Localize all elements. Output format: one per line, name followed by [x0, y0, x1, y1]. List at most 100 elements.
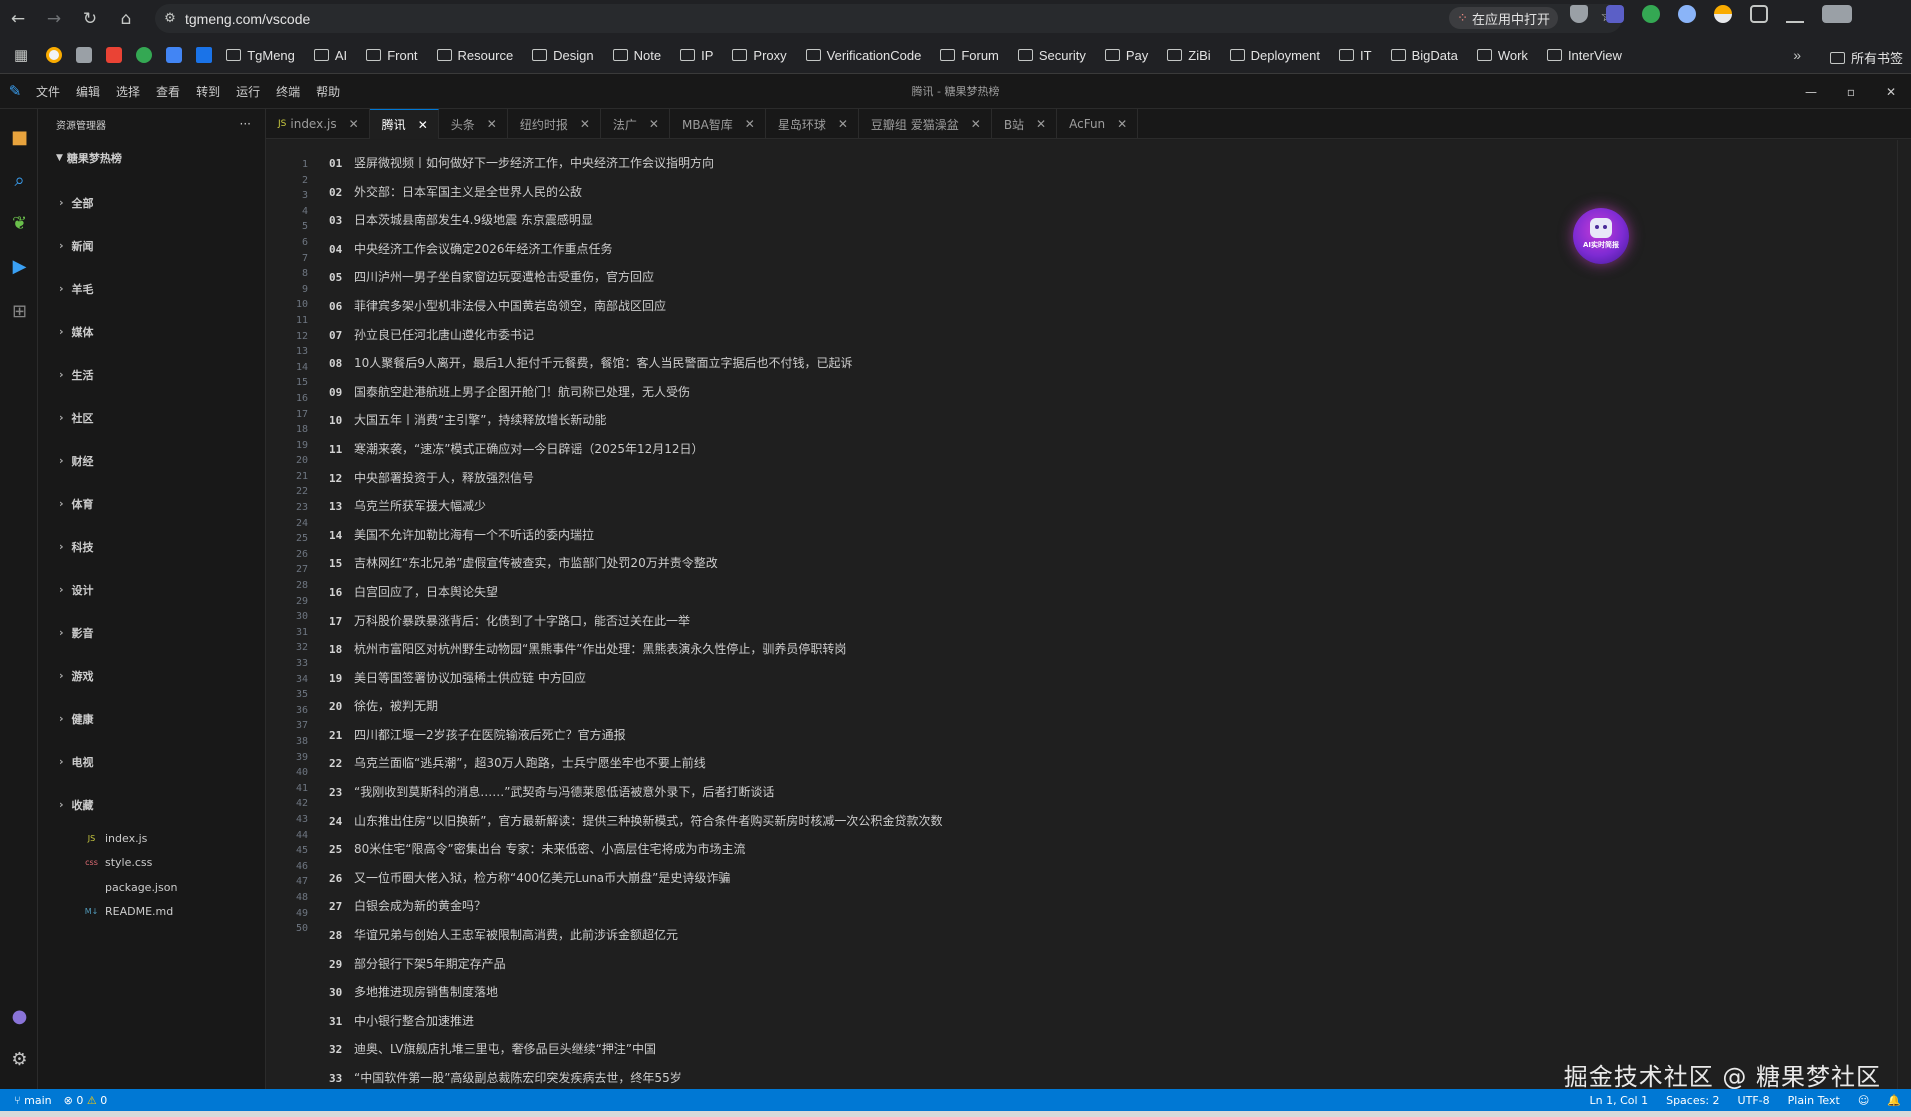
close-icon[interactable]: ✕: [971, 117, 981, 131]
news-item[interactable]: 08 10人聚餐后9人离开，最后1人拒付千元餐费，餐馆：客人当民警面立字据后也不付…: [329, 349, 1829, 378]
bookmark-folder[interactable]: Pay: [1104, 48, 1148, 63]
news-item[interactable]: 24 山东推出住房“以旧换新”，官方最新解读：提供三种换新模式，符合条件者购买新房…: [329, 807, 1829, 836]
account-icon[interactable]: ●: [9, 1006, 30, 1027]
menu-item[interactable]: 文件: [28, 83, 68, 100]
news-item[interactable]: 26 又一位币圈大佬入狱，检方称“400亿美元Luna币大崩盘”是史诗级诈骗: [329, 864, 1829, 893]
ai-briefing-button[interactable]: AI实时简报: [1573, 208, 1629, 264]
bookmark-icon-2[interactable]: [76, 47, 93, 63]
encoding-status[interactable]: UTF-8: [1738, 1094, 1770, 1107]
news-item[interactable]: 17 万科股价暴跌暴涨背后：化债到了十字路口，能否过关在此一举: [329, 607, 1829, 636]
news-item[interactable]: 12 中央部署投资于人，释放强烈信号: [329, 464, 1829, 493]
sidebar-folder[interactable]: › 全部: [38, 181, 265, 224]
menu-item[interactable]: 转到: [188, 83, 228, 100]
news-item[interactable]: 11 寒潮来袭，“速冻”模式正确应对—今日辟谣（2025年12月12日）: [329, 435, 1829, 464]
bookmark-folder[interactable]: AI: [313, 48, 347, 63]
editor-tab[interactable]: 豆瓣组 爱猫澡盆 ✕: [859, 109, 992, 139]
settings-gear-icon[interactable]: ⚙: [9, 1049, 30, 1070]
address-bar[interactable]: ⚙ tgmeng.com/vscode ⁘ 在应用中打开 ⌕ ☆: [155, 4, 1622, 33]
leaf-extension-icon[interactable]: [1642, 5, 1660, 23]
maximize-icon[interactable]: ▫: [1831, 74, 1871, 109]
plant-icon[interactable]: ❦: [9, 213, 30, 234]
bookmark-folder[interactable]: Security: [1017, 48, 1086, 63]
close-icon[interactable]: ✕: [487, 117, 497, 131]
sidebar-folder[interactable]: › 财经: [38, 439, 265, 482]
editor-tab[interactable]: 星岛环球 ✕: [766, 109, 859, 139]
sidebar-folder[interactable]: › 科技: [38, 525, 265, 568]
bookmark-folder[interactable]: TgMeng: [226, 48, 295, 63]
news-item[interactable]: 29 部分银行下架5年期定存产品: [329, 950, 1829, 979]
bookmark-folder[interactable]: Deployment: [1229, 48, 1320, 63]
news-item[interactable]: 25 80米住宅“限高令”密集出台 专家：未来低密、小高层住宅将成为市场主流: [329, 835, 1829, 864]
news-item[interactable]: 02 外交部：日本军国主义是全世界人民的公敌: [329, 178, 1829, 207]
news-item[interactable]: 30 多地推进现房销售制度落地: [329, 978, 1829, 1007]
cursor-position[interactable]: Ln 1, Col 1: [1590, 1094, 1649, 1107]
news-item[interactable]: 15 吉林网红“东北兄弟”虚假宣传被查实，市监部门处罚20万并责令整改: [329, 549, 1829, 578]
news-item[interactable]: 06 菲律宾多架小型机非法侵入中国黄岩岛领空，南部战区回应: [329, 292, 1829, 321]
sidebar-folder[interactable]: › 媒体: [38, 310, 265, 353]
home-icon[interactable]: ⌂: [108, 0, 144, 37]
editor-tab[interactable]: MBA智库 ✕: [670, 109, 766, 139]
news-item[interactable]: 21 四川都江堰一2岁孩子在医院输液后死亡？官方通报: [329, 721, 1829, 750]
news-item[interactable]: 14 美国不允许加勒比海有一个不听话的委内瑞拉: [329, 521, 1829, 550]
bookmark-icon-4[interactable]: [136, 47, 153, 63]
sidebar-folder[interactable]: › 社区: [38, 396, 265, 439]
bookmark-folder[interactable]: Forum: [940, 48, 999, 63]
bookmark-folder[interactable]: VerificationCode: [805, 48, 921, 63]
sidebar-folder[interactable]: › 羊毛: [38, 267, 265, 310]
back-icon[interactable]: ←: [0, 0, 36, 37]
apps-grid-icon[interactable]: ▦: [14, 46, 28, 64]
news-item[interactable]: 31 中小银行整合加速推进: [329, 1007, 1829, 1036]
menu-item[interactable]: 查看: [148, 83, 188, 100]
editor-tab[interactable]: JS index.js ✕: [266, 109, 370, 139]
close-icon[interactable]: ✕: [349, 117, 359, 131]
bookmark-folder[interactable]: IP: [680, 48, 713, 63]
editor-tab[interactable]: B站 ✕: [992, 109, 1058, 139]
sidebar-file[interactable]: M↓ README.md: [38, 900, 265, 925]
forward-icon[interactable]: →: [36, 0, 72, 37]
sidebar-folder[interactable]: › 收藏: [38, 783, 265, 826]
more-bookmarks-icon[interactable]: »: [1793, 47, 1801, 63]
sidebar-folder[interactable]: › 影音: [38, 611, 265, 654]
bookmark-folder[interactable]: Work: [1476, 48, 1528, 63]
close-icon[interactable]: ✕: [1117, 117, 1127, 131]
bookmark-icon-1[interactable]: [46, 47, 63, 63]
flag-extension-icon[interactable]: [1714, 5, 1732, 23]
news-item[interactable]: 07 孙立良已任河北唐山遵化市委书记: [329, 321, 1829, 350]
vertical-scrollbar[interactable]: [1897, 140, 1911, 1089]
news-item[interactable]: 19 美日等国签署协议加强稀土供应链 中方回应: [329, 664, 1829, 693]
search-icon[interactable]: ⌕: [9, 170, 30, 191]
close-window-icon[interactable]: ✕: [1871, 74, 1911, 109]
bookmark-folder[interactable]: Resource: [436, 48, 513, 63]
profile-avatar[interactable]: [1822, 5, 1852, 23]
bookmark-folder[interactable]: Proxy: [732, 48, 787, 63]
sidebar-folder[interactable]: › 体育: [38, 482, 265, 525]
minimize-icon[interactable]: —: [1791, 74, 1831, 109]
bookmark-icon-6[interactable]: [196, 47, 213, 63]
branch-status[interactable]: ⑂ main: [14, 1094, 52, 1107]
extensions-icon[interactable]: ⊞: [9, 301, 30, 322]
news-item[interactable]: 22 乌克兰面临“逃兵潮”，超30万人跑路，士兵宁愿坐牢也不要上前线: [329, 749, 1829, 778]
news-item[interactable]: 01 竖屏微视频丨如何做好下一步经济工作，中央经济工作会议指明方向: [329, 149, 1829, 178]
news-item[interactable]: 05 四川泸州一男子坐自家窗边玩耍遭枪击受重伤，官方回应: [329, 263, 1829, 292]
site-info-icon[interactable]: ⚙: [155, 11, 185, 26]
feedback-icon[interactable]: ☺: [1858, 1094, 1869, 1107]
all-bookmarks[interactable]: 所有书签: [1829, 48, 1903, 67]
news-item[interactable]: 10 大国五年丨消费“主引擎”，持续释放增长新动能: [329, 406, 1829, 435]
editor-tab[interactable]: 头条 ✕: [439, 109, 508, 139]
bookmark-icon-5[interactable]: [166, 47, 183, 63]
news-item[interactable]: 13 乌克兰所获军援大幅减少: [329, 492, 1829, 521]
editor-tab[interactable]: 纽约时报 ✕: [508, 109, 601, 139]
news-item[interactable]: 23 “我刚收到莫斯科的消息……”武契奇与冯德莱恩低语被意外录下，后者打断谈话: [329, 778, 1829, 807]
bookmark-folder[interactable]: ZiBi: [1167, 48, 1211, 63]
bookmark-folder[interactable]: IT: [1339, 48, 1372, 63]
close-icon[interactable]: ✕: [838, 117, 848, 131]
sidebar-folder[interactable]: › 设计: [38, 568, 265, 611]
bookmark-icon-3[interactable]: [106, 47, 123, 63]
bookmark-folder[interactable]: Note: [612, 48, 661, 63]
menu-item[interactable]: 帮助: [308, 83, 348, 100]
language-mode[interactable]: Plain Text: [1788, 1094, 1840, 1107]
root-folder[interactable]: ▼ 糖果梦热榜: [38, 145, 265, 171]
sidebar-folder[interactable]: › 新闻: [38, 224, 265, 267]
reload-icon[interactable]: ↻: [72, 0, 108, 37]
download-icon[interactable]: [1786, 5, 1804, 23]
